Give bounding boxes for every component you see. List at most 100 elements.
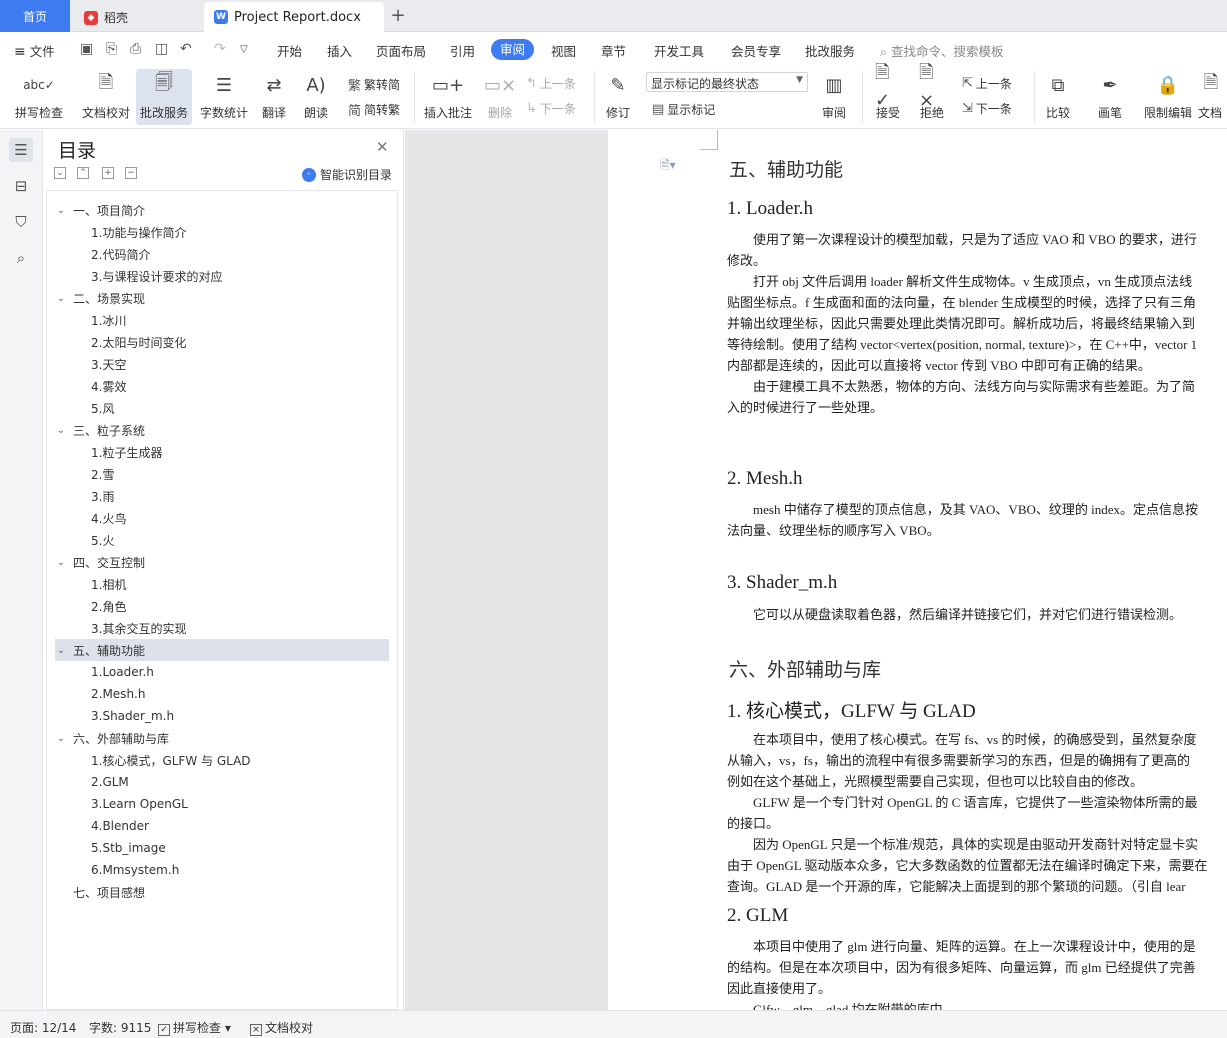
remove-heading-icon[interactable]: − — [125, 167, 137, 179]
command-search[interactable]: ⌕ 查找命令、搜索模板 — [880, 41, 1004, 60]
expand-all-icon[interactable]: ⌃ — [77, 167, 89, 179]
insert-comment-button[interactable]: ▭+ 插入批注 — [420, 69, 476, 125]
toc-subitem[interactable]: 1.相机 — [55, 573, 389, 595]
file-menu[interactable]: ≡ 文件 — [14, 41, 55, 60]
menu-start[interactable]: 开始 — [277, 41, 302, 60]
track-changes-button[interactable]: ✎ 修订 — [600, 69, 636, 125]
toc-subitem[interactable]: 5.风 — [55, 397, 389, 419]
toc-heading-item[interactable]: ⌄ 五、辅助功能 — [55, 639, 389, 661]
chevron-down-icon[interactable]: ⌄ — [55, 733, 67, 744]
toc-subitem[interactable]: 2.GLM — [55, 771, 389, 793]
chevron-down-icon[interactable]: ⌄ — [55, 205, 67, 216]
print-preview-icon[interactable]: ◫ — [155, 41, 168, 57]
reject-button[interactable]: 🗎× 拒绝 — [914, 62, 950, 125]
toc-subitem[interactable]: 2.角色 — [55, 595, 389, 617]
quick-access-more-icon[interactable]: ▽ — [240, 44, 248, 55]
export-pdf-icon[interactable]: ⎘ — [106, 41, 117, 57]
next-comment-button[interactable]: ↳ 下一条 — [526, 100, 576, 117]
menu-page-layout[interactable]: 页面布局 — [376, 41, 426, 60]
toc-heading-item[interactable]: ⌄ 三、粒子系统 — [55, 419, 389, 441]
toc-subitem[interactable]: 2.代码简介 — [55, 243, 389, 265]
toc-subitem[interactable]: 3.与课程设计要求的对应 — [55, 265, 389, 287]
toc-subitem[interactable]: 4.Blender — [55, 815, 389, 837]
markup-mode-select[interactable]: 显示标记的最终状态 ▼ — [646, 72, 808, 92]
prev-comment-button[interactable]: ↰ 上一条 — [526, 75, 576, 92]
spell-check-button[interactable]: abc✓ 拼写检查 — [8, 69, 70, 125]
toc-heading-item[interactable]: 七、项目感想 — [55, 881, 389, 903]
add-heading-icon[interactable]: + — [102, 167, 114, 179]
chevron-down-icon[interactable]: ⌄ — [55, 425, 67, 436]
compare-button[interactable]: ⧉ 比较 — [1040, 69, 1076, 125]
toc-subitem[interactable]: 5.Stb_image — [55, 837, 389, 859]
menu-insert[interactable]: 插入 — [327, 41, 352, 60]
menu-references[interactable]: 引用 — [450, 41, 475, 60]
collapse-all-icon[interactable]: ⌄ — [54, 167, 66, 179]
page-indicator[interactable]: 页面: 12/14 — [10, 1019, 76, 1036]
read-aloud-button[interactable]: A) 朗读 — [298, 69, 334, 125]
show-markup-button[interactable]: ▤ 显示标记 — [652, 101, 715, 118]
chevron-down-icon[interactable]: ⌄ — [55, 645, 67, 656]
simp-to-trad-button[interactable]: 简简转繁 — [348, 100, 400, 119]
word-count-indicator[interactable]: 字数: 9115 — [89, 1019, 151, 1036]
toc-heading-item[interactable]: ⌄ 六、外部辅助与库 — [55, 727, 389, 749]
menu-view[interactable]: 视图 — [551, 41, 576, 60]
pen-button[interactable]: ✒ 画笔 — [1092, 69, 1128, 125]
document-permission-button[interactable]: 🗎 文档 — [1198, 69, 1227, 125]
menu-section[interactable]: 章节 — [601, 41, 626, 60]
undo-icon[interactable]: ↶ — [180, 41, 192, 57]
status-spell-check[interactable]: ✓ 拼写检查 ▾ — [158, 1019, 231, 1036]
toc-subitem[interactable]: 3.雨 — [55, 485, 389, 507]
toc-subitem[interactable]: 4.雾效 — [55, 375, 389, 397]
toc-subitem[interactable]: 2.太阳与时间变化 — [55, 331, 389, 353]
menu-review-service[interactable]: 批改服务 — [805, 41, 855, 60]
new-tab-button[interactable]: + — [388, 4, 408, 26]
restrict-editing-button[interactable]: 🔒 限制编辑 — [1140, 69, 1196, 125]
prev-change-button[interactable]: ⇱ 上一条 — [962, 75, 1012, 92]
review-service-button[interactable]: 🗐 批改服务 — [136, 69, 192, 125]
toc-subitem[interactable]: 6.Mmsystem.h — [55, 859, 389, 881]
menu-developer[interactable]: 开发工具 — [654, 41, 704, 60]
toc-subitem[interactable]: 2.雪 — [55, 463, 389, 485]
close-icon[interactable]: ✕ — [376, 138, 389, 156]
trad-to-simp-button[interactable]: 繁繁转简 — [348, 75, 400, 94]
save-icon[interactable]: ▣ — [80, 41, 93, 57]
tab-document[interactable]: W Project Report.docx — [204, 2, 384, 32]
toc-heading-item[interactable]: ⌄ 四、交互控制 — [55, 551, 389, 573]
menu-review[interactable]: 审阅 — [491, 39, 535, 60]
toc-subitem[interactable]: 1.粒子生成器 — [55, 441, 389, 463]
toc-subitem[interactable]: 1.核心模式，GLFW 与 GLAD — [55, 749, 389, 771]
paragraph-options-icon[interactable]: 🗎▾ — [660, 156, 676, 177]
toc-subitem[interactable]: 4.火鸟 — [55, 507, 389, 529]
delete-comment-button[interactable]: ▭× 删除 — [480, 69, 520, 125]
toc-subitem[interactable]: 1.Loader.h — [55, 661, 389, 683]
toc-subitem[interactable]: 5.火 — [55, 529, 389, 551]
toc-panel-icon[interactable]: ☰ — [9, 138, 33, 162]
toc-heading-item[interactable]: ⌄ 二、场景实现 — [55, 287, 389, 309]
toc-subitem[interactable]: 1.功能与操作简介 — [55, 221, 389, 243]
print-icon[interactable]: ⎙ — [130, 41, 141, 57]
toc-subitem[interactable]: 3.Shader_m.h — [55, 705, 389, 727]
chevron-down-icon[interactable]: ⌄ — [55, 557, 67, 568]
review-pane-button[interactable]: ▥ 审阅 — [816, 69, 852, 125]
word-count-button[interactable]: ☰ 字数统计 — [196, 69, 252, 125]
tab-daoke[interactable]: ◆ 稻壳 — [72, 3, 202, 32]
search-icon[interactable]: ⌕ — [9, 246, 33, 270]
toc-subitem[interactable]: 3.其余交互的实现 — [55, 617, 389, 639]
chapter-nav-icon[interactable]: ⊟ — [9, 174, 33, 198]
next-change-button[interactable]: ⇲ 下一条 — [962, 100, 1012, 117]
toc-subitem[interactable]: 3.天空 — [55, 353, 389, 375]
doc-proof-button[interactable]: 🗎 文档校对 — [78, 69, 134, 125]
menu-member[interactable]: 会员专享 — [731, 41, 781, 60]
smart-toc-button[interactable]: ◦ 智能识别目录 — [302, 166, 392, 183]
toc-heading-item[interactable]: ⌄ 一、项目简介 — [55, 199, 389, 221]
toc-subitem[interactable]: 2.Mesh.h — [55, 683, 389, 705]
bookmark-icon[interactable]: ⛉ — [9, 210, 33, 234]
redo-icon[interactable]: ↷ — [214, 41, 226, 57]
status-doc-proof[interactable]: × 文档校对 — [250, 1019, 313, 1036]
translate-button[interactable]: ⇄ 翻译 — [256, 69, 292, 125]
tab-home[interactable]: 首页 — [0, 0, 70, 32]
accept-button[interactable]: 🗎✓ 接受 — [870, 62, 906, 125]
chevron-down-icon[interactable]: ⌄ — [55, 293, 67, 304]
toc-subitem[interactable]: 1.冰川 — [55, 309, 389, 331]
toc-subitem[interactable]: 3.Learn OpenGL — [55, 793, 389, 815]
